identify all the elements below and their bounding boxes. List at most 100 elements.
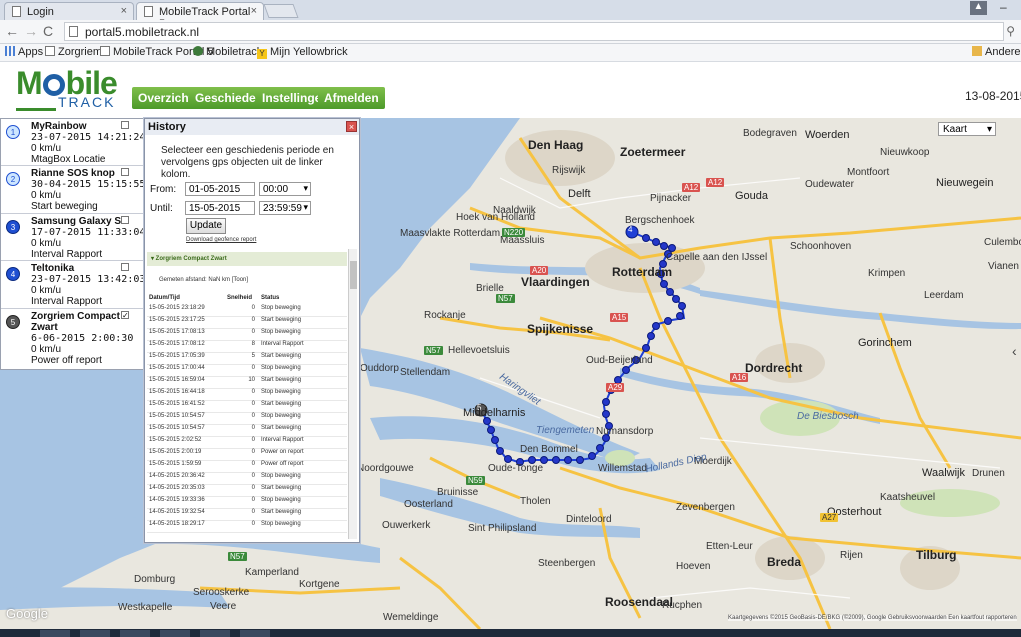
until-date-input[interactable]: 15-05-2015 (185, 201, 255, 215)
vehicle-time: 6-06-2015 2:00:30 (31, 333, 134, 344)
url-text: portal5.mobiletrack.nl (85, 25, 200, 39)
close-icon[interactable]: × (121, 5, 127, 17)
table-row[interactable]: 15-05-2015 10:54:57 0 Start beweging (147, 425, 347, 437)
map-label: Zevenbergen (676, 502, 735, 513)
taskbar-button[interactable] (120, 630, 150, 637)
table-row[interactable]: 15-05-2015 1:59:59 0 Power off report (147, 461, 347, 473)
vehicle-checkbox-checked[interactable]: ✓ (121, 311, 129, 320)
road-shield: A15 (610, 313, 629, 322)
vehicle-status: Interval Rapport (31, 249, 103, 260)
until-time-select[interactable]: 23:59:59 (259, 201, 311, 215)
taskbar-button[interactable] (160, 630, 190, 637)
forward-icon[interactable]: → (24, 23, 38, 39)
map-type-select[interactable]: Kaart ▾ (938, 122, 996, 136)
table-row[interactable]: 15-05-2015 17:08:12 8 Interval Rapport (147, 341, 347, 353)
vehicle-item[interactable]: 2 Rianne SOS knop 30-04-2015 15:15:55 0 … (1, 166, 145, 214)
tab-mobiletrack[interactable]: MobileTrack Portal 5 × (136, 2, 264, 30)
menu-afmelden-button[interactable]: Afmelden (318, 87, 385, 109)
vehicle-checkbox[interactable] (121, 216, 129, 224)
marker-4-label[interactable]: 4 (628, 225, 632, 234)
table-row[interactable]: 15-05-2015 23:18:29 0 Stop beweging (147, 305, 347, 317)
table-row[interactable]: 15-05-2015 10:54:57 0 Stop beweging (147, 413, 347, 425)
row-speed: 0 (251, 473, 255, 479)
row-speed: 0 (251, 329, 255, 335)
bookmark-zorgriem[interactable]: Zorgriem (45, 46, 102, 58)
map-label: Wemeldinge (383, 612, 439, 623)
table-row[interactable]: 14-05-2015 19:32:54 0 Start beweging (147, 509, 347, 521)
table-row[interactable]: 15-05-2015 17:00:44 0 Stop beweging (147, 365, 347, 377)
map-label: Rotterdam (612, 265, 673, 279)
update-button[interactable]: Update (186, 218, 226, 234)
vehicle-speed: 0 km/u (31, 238, 62, 249)
table-row[interactable]: 14-05-2015 18:29:17 0 Stop beweging (147, 521, 347, 533)
menu-icon[interactable]: ⚲ (1006, 24, 1015, 38)
bookmarks-bar: Apps Zorgriem MobileTrack Portal 5 Mobil… (0, 44, 1021, 62)
row-status: Stop beweging (261, 389, 301, 395)
vehicle-item[interactable]: 5 Zorgriem Compact ✓ Zwart 6-06-2015 2:0… (1, 309, 143, 369)
row-datetime: 14-05-2015 18:29:17 (149, 521, 205, 527)
table-row[interactable]: 15-05-2015 17:08:13 0 Stop beweging (147, 329, 347, 341)
map-label: Breda (767, 555, 802, 569)
map-label: Brielle (476, 283, 504, 294)
table-row[interactable]: 14-05-2015 19:33:36 0 Stop beweging (147, 497, 347, 509)
row-datetime: 15-05-2015 23:18:29 (149, 305, 205, 311)
vehicle-item[interactable]: 3 Samsung Galaxy S5 17-07-2015 11:33:04 … (1, 214, 145, 261)
bookmark-label: Mobiletrack (206, 46, 263, 58)
vehicle-checkbox[interactable] (121, 263, 129, 271)
table-row[interactable]: 15-05-2015 23:17:25 0 Start beweging (147, 317, 347, 329)
taskbar-button[interactable] (40, 630, 70, 637)
back-icon[interactable]: ← (5, 23, 19, 39)
accordion-header[interactable]: ▾ Zorgriem Compact Zwart (147, 252, 347, 266)
bookmark-yellowbrick[interactable]: Y Mijn Yellowbrick (257, 46, 348, 59)
table-row[interactable]: 15-05-2015 16:44:18 0 Stop beweging (147, 389, 347, 401)
scrollbar-thumb[interactable] (350, 261, 357, 289)
vehicle-checkbox[interactable] (121, 168, 129, 176)
scrollbar[interactable] (348, 249, 357, 539)
from-label: From: (150, 184, 177, 195)
vehicle-item[interactable]: 1 MyRainbow 23-07-2015 14:21:24 0 km/u M… (1, 119, 145, 166)
vehicle-time: 23-07-2015 13:42:03 (31, 274, 146, 285)
row-status: Stop beweging (261, 497, 301, 503)
reload-icon[interactable]: C (43, 23, 53, 39)
row-status: Power off report (261, 461, 304, 467)
minimize-icon[interactable]: – (1000, 0, 1007, 14)
taskbar-button[interactable] (80, 630, 110, 637)
row-speed: 10 (248, 377, 255, 383)
row-datetime: 15-05-2015 16:44:18 (149, 389, 205, 395)
table-row[interactable]: 15-05-2015 2:02:52 0 Interval Rapport (147, 437, 347, 449)
bookmark-apps[interactable]: Apps (5, 46, 43, 58)
map-label: Drunen (972, 468, 1005, 479)
taskbar-button[interactable] (200, 630, 230, 637)
table-row[interactable]: 15-05-2015 16:59:04 10 Start beweging (147, 377, 347, 389)
map-label: Tilburg (916, 548, 957, 562)
tab-login[interactable]: Login × (4, 2, 134, 20)
download-geofence-link[interactable]: Download geofence report (186, 237, 256, 243)
vehicle-item[interactable]: 4 Teltonika 23-07-2015 13:42:03 0 km/u I… (1, 261, 146, 309)
vehicle-speed: 0 km/u (31, 344, 62, 355)
map-label: Noordgouwe (357, 463, 414, 474)
close-icon[interactable]: × (346, 121, 357, 132)
table-row[interactable]: 15-05-2015 2:00:19 0 Power on report (147, 449, 347, 461)
taskbar-button[interactable] (240, 630, 270, 637)
new-tab-button[interactable] (263, 4, 299, 18)
vehicle-status: Power off report (31, 355, 102, 366)
table-row[interactable]: 14-05-2015 20:36:42 0 Stop beweging (147, 473, 347, 485)
column-header: Datum/Tijd (149, 295, 180, 301)
chevron-left-icon[interactable]: ‹ (1012, 343, 1017, 359)
table-row[interactable]: 15-05-2015 16:41:52 0 Start beweging (147, 401, 347, 413)
bookmark-mobiletrack[interactable]: Mobiletrack (193, 46, 262, 58)
tab-label: Login (27, 6, 54, 18)
row-status: Interval Rapport (261, 437, 304, 443)
url-input[interactable]: portal5.mobiletrack.nl (64, 22, 1004, 41)
from-time-select[interactable]: 00:00 (259, 182, 311, 196)
vehicle-checkbox[interactable] (121, 121, 129, 129)
row-status: Power on report (261, 449, 304, 455)
user-icon[interactable]: ▲ (970, 1, 987, 15)
from-date-input[interactable]: 01-05-2015 (185, 182, 255, 196)
table-row[interactable]: 14-05-2015 20:35:03 0 Start beweging (147, 485, 347, 497)
bookmark-other[interactable]: Andere bl (972, 46, 1021, 58)
close-icon[interactable]: × (251, 5, 257, 17)
table-row[interactable]: 15-05-2015 17:05:39 5 Start beweging (147, 353, 347, 365)
map-label: Middelharnis (463, 407, 526, 419)
map-attribution[interactable]: Kaartgegevens ©2015 GeoBasis-DE/BKG (©20… (728, 615, 1017, 621)
